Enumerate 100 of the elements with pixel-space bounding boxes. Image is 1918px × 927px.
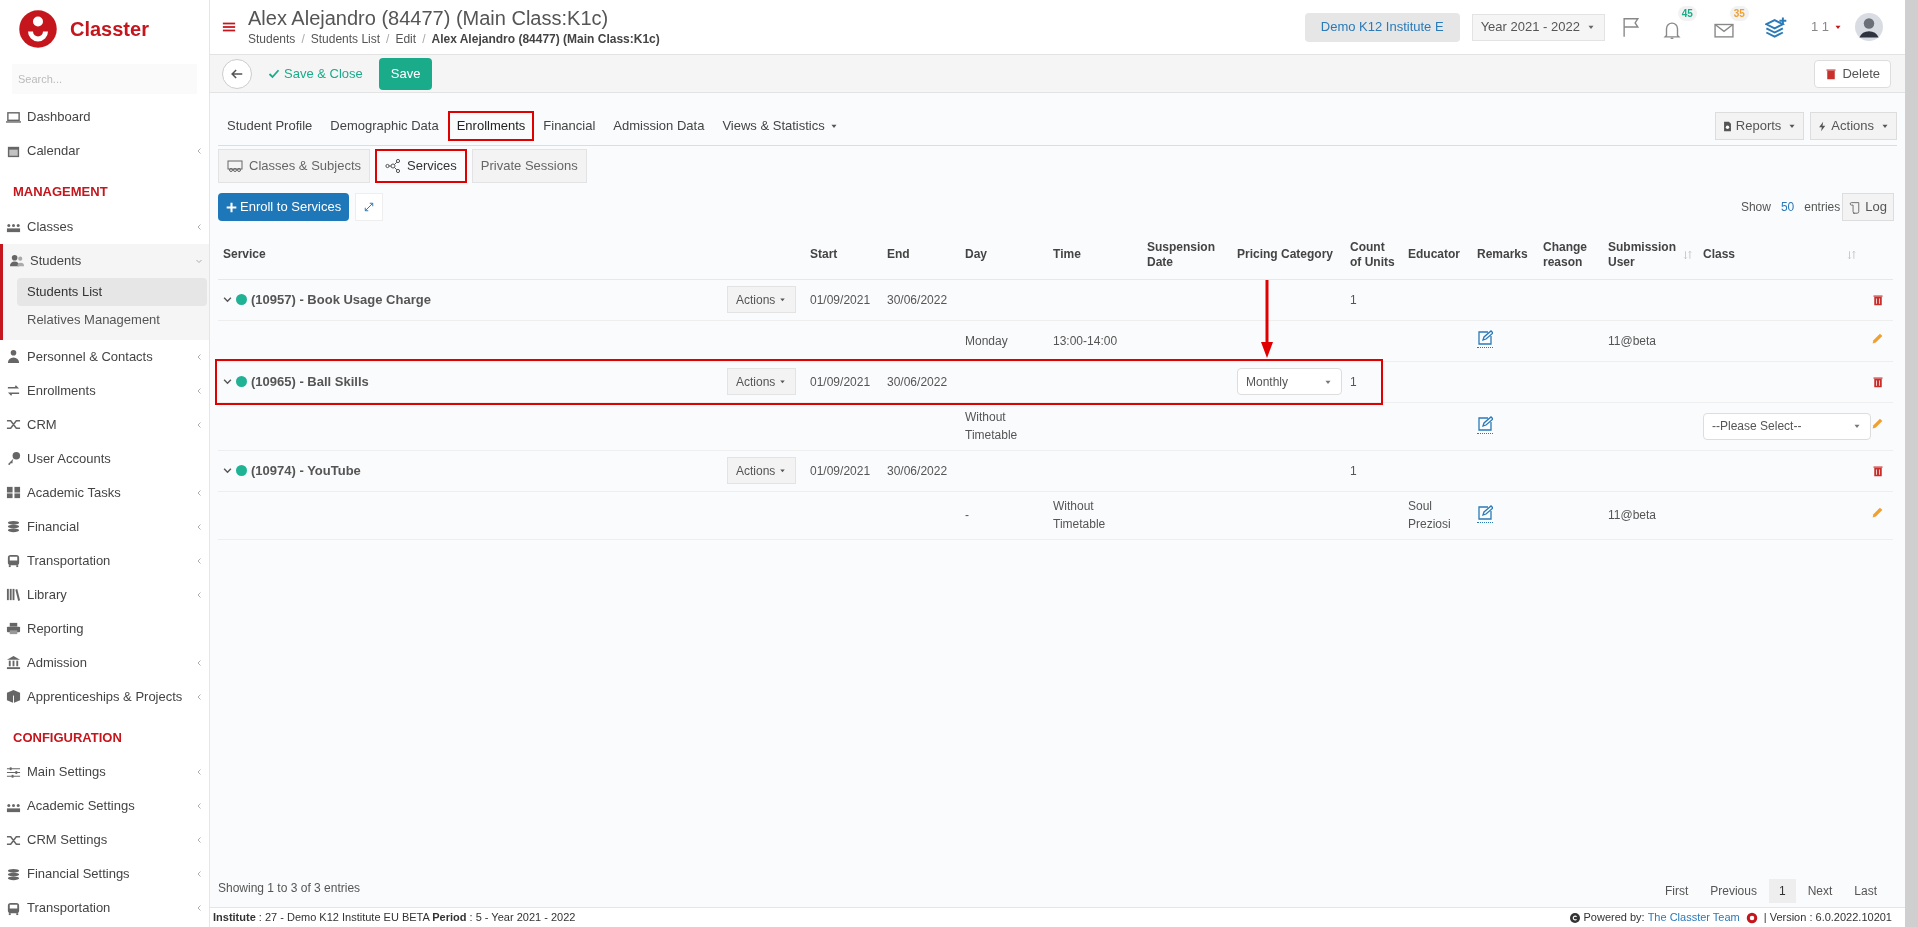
table-cell: Soul Preziosi [1408,499,1451,531]
search-field[interactable]: Search... [12,64,197,94]
sidebar-item[interactable]: Enrollments [0,373,209,408]
remarks-button[interactable] [1477,330,1493,348]
actions-dropdown[interactable]: Actions [727,368,797,395]
sidebar-item[interactable]: Academic Tasks [0,475,209,510]
column-header[interactable]: Pricing Category [1237,247,1340,263]
column-header[interactable]: Time [1053,247,1137,263]
tab[interactable]: Student Profile [218,111,322,141]
tab[interactable]: Views & Statistics [713,111,848,141]
subtab[interactable]: Private Sessions [471,149,587,183]
edit-button[interactable] [1871,417,1884,430]
chevron-left-icon [195,556,203,565]
pencil-icon [1871,331,1884,345]
sidebar-item[interactable]: Students [3,243,209,278]
coins-icon [6,866,21,882]
page-button[interactable]: Last [1844,879,1887,903]
submenu-item[interactable]: Students List [17,277,207,306]
sort-icon [1683,249,1693,260]
table-cell: 30/06/2022 [887,463,948,478]
column-header[interactable]: Day [965,247,1043,263]
team-link[interactable]: The Classter Team [1647,909,1740,926]
enroll-button[interactable]: Enroll to Services [218,193,350,221]
sidebar-item[interactable]: User Accounts [0,441,209,476]
table-cell: 01/09/2021 [810,292,871,307]
class-select[interactable]: --Please Select-- [1703,412,1871,440]
column-header[interactable]: Change reason [1543,239,1598,270]
subtab[interactable]: Services [375,149,467,183]
sidebar-item[interactable]: Personnel & Contacts [0,339,209,374]
column-header[interactable]: Start [810,247,877,263]
caret-icon [778,466,788,475]
submenu-item[interactable]: Relatives Management [17,305,207,334]
sidebar-item[interactable]: Calendar [0,134,209,168]
pricing-select[interactable]: Monthly [1237,368,1342,395]
breadcrumb-link[interactable]: Students [248,30,296,48]
actions-dropdown[interactable]: Actions [727,286,797,313]
chevron-left-icon [195,870,203,878]
service-name: (10974) - YouTube [251,461,361,480]
entries-select[interactable]: 50 [1780,198,1795,216]
tab[interactable]: Enrollments [447,111,535,141]
actions-button[interactable]: Actions [1810,112,1897,140]
table-cell: 11@beta [1608,333,1656,348]
tab[interactable]: Demographic Data [321,111,448,141]
sidebar-item[interactable]: Library [0,577,209,612]
breadcrumb-link[interactable]: Students List [310,30,381,48]
actions-dropdown[interactable]: Actions [727,457,797,484]
sidebar-item[interactable]: Financial [0,509,209,544]
sidebar-item[interactable]: Apprenticeships & Projects [0,679,209,714]
printer-icon [6,621,21,636]
column-header[interactable]: Count of Units [1350,239,1398,270]
layers-button[interactable] [1762,14,1789,40]
sidebar-item[interactable]: CRM [0,407,209,442]
sidebar-item[interactable]: Classes [0,209,209,244]
status-dot-icon [236,465,247,476]
column-header[interactable]: Suspension Date [1147,239,1227,270]
edit-button[interactable] [1871,331,1884,345]
column-header[interactable]: End [887,247,955,263]
back-button[interactable] [222,58,252,89]
edit-button[interactable] [1871,506,1884,519]
delete-button[interactable]: Delete [1814,59,1891,88]
chevron-left-icon [195,222,203,231]
sidebar-item[interactable]: Admission [0,645,209,680]
network-icon [385,158,401,174]
status-dot-icon [236,294,247,305]
page-button[interactable]: Next [1797,879,1843,903]
chevron-left-icon [195,802,203,810]
sidebar-item[interactable]: Transportation [0,543,209,578]
service-name: (10965) - Ball Skills [251,372,369,391]
tab[interactable]: Financial [534,111,605,141]
institute-button[interactable]: Demo K12 Institute E [1304,12,1460,42]
scrollbar[interactable] [1905,0,1918,927]
column-header[interactable]: Class [1703,247,1847,263]
page-button[interactable]: Previous [1700,879,1767,903]
column-header[interactable]: Remarks [1477,247,1533,263]
user-menu[interactable]: 1 1 [1810,17,1843,37]
subtab[interactable]: Classes & Subjects [218,149,370,183]
sidebar-item[interactable]: Reporting [0,611,209,646]
arrows-icon [6,383,21,398]
tab[interactable]: Admission Data [604,111,714,141]
logo-icon [18,9,58,49]
column-header[interactable]: Service [223,247,800,263]
page-button[interactable]: 1 [1768,879,1796,903]
sidebar-item[interactable]: Academic Settings [0,789,209,823]
sidebar-item[interactable]: Transportation [0,891,209,925]
column-header[interactable]: Educator [1408,247,1467,263]
sidebar-item[interactable]: Financial Settings [0,857,209,891]
sidebar-item[interactable]: CRM Settings [0,823,209,857]
sidebar-item[interactable]: Main Settings [0,755,209,789]
year-dropdown[interactable]: Year 2021 - 2022 [1471,13,1605,41]
reports-button[interactable]: Reports [1714,112,1805,140]
log-button[interactable]: Log [1842,193,1894,221]
page-button[interactable]: First [1654,879,1699,903]
breadcrumb-link[interactable]: Edit [395,30,417,48]
column-header[interactable]: Submission User [1608,239,1683,270]
pencil-icon [1871,506,1884,519]
sidebar-item[interactable]: Dashboard [0,100,209,134]
table-cell: 1 [1350,463,1357,478]
remarks-button[interactable] [1477,415,1493,434]
show-label: Show [1740,199,1771,216]
remarks-button[interactable] [1477,504,1493,523]
